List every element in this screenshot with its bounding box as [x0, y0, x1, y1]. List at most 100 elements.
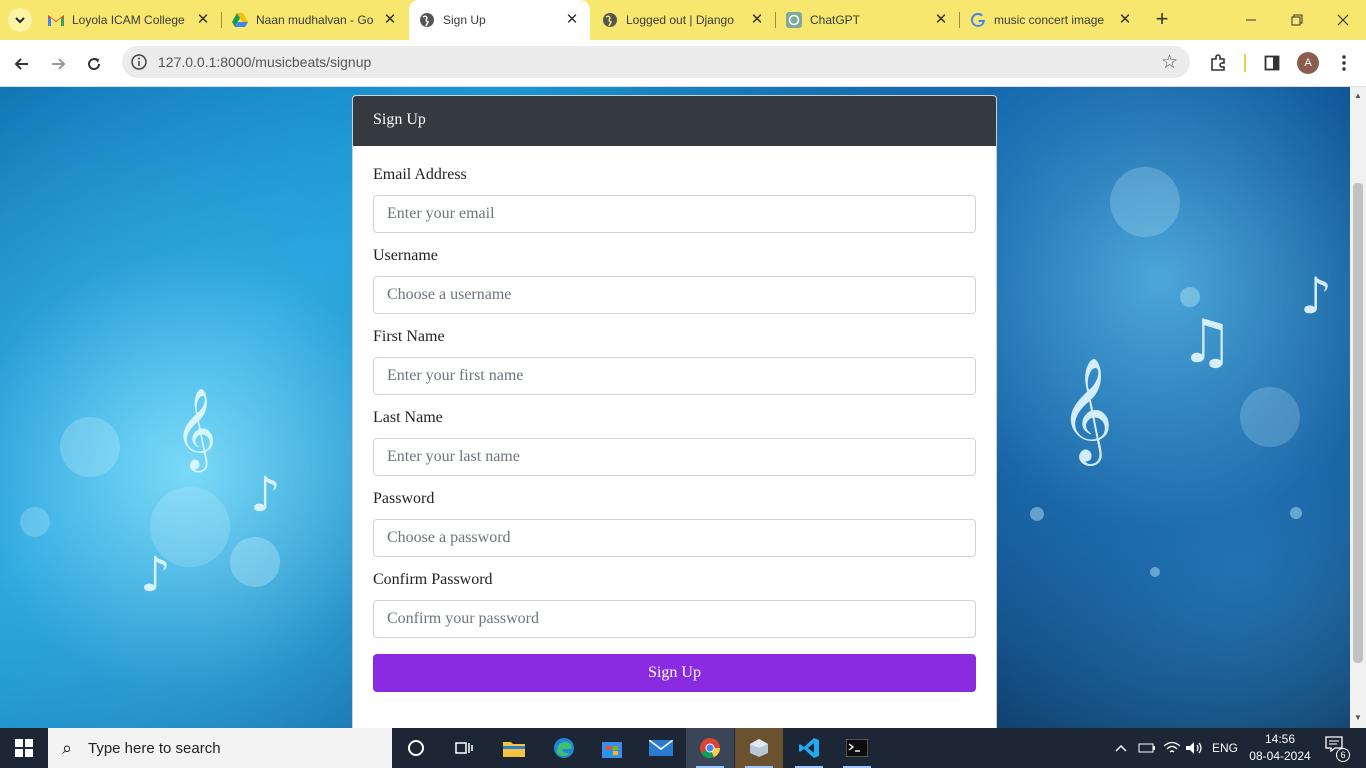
close-icon[interactable]: ✕ — [933, 12, 949, 28]
password-label: Password — [373, 490, 435, 507]
app-icon[interactable] — [735, 728, 783, 768]
bokeh-light — [1150, 567, 1160, 577]
back-arrow-icon[interactable] — [8, 50, 36, 78]
chevron-down-icon — [15, 17, 25, 24]
sign-up-button[interactable]: Sign Up — [373, 654, 976, 692]
wifi-icon[interactable] — [1163, 728, 1181, 768]
bokeh-light — [1110, 167, 1180, 237]
clock-date: 08-04-2024 — [1249, 749, 1311, 763]
restore-window-icon[interactable] — [1274, 0, 1320, 40]
bokeh-light — [1030, 507, 1044, 521]
new-tab-plus-icon[interactable]: + — [1150, 8, 1174, 32]
bokeh-light — [1240, 387, 1300, 447]
scrollbar-thumb[interactable] — [1353, 183, 1363, 663]
volume-icon[interactable] — [1185, 728, 1203, 768]
confirm-password-field-group: Confirm Password — [373, 571, 976, 638]
last-name-label: Last Name — [373, 409, 443, 426]
first-name-input[interactable] — [373, 357, 976, 395]
bookmark-star-icon[interactable]: ☆ — [1161, 51, 1178, 74]
minimize-window-icon[interactable] — [1228, 0, 1274, 40]
profile-avatar[interactable]: A — [1297, 52, 1319, 74]
windows-start-icon[interactable] — [0, 728, 48, 768]
username-label: Username — [373, 247, 438, 264]
notification-center-icon[interactable]: 6 — [1322, 736, 1350, 762]
close-window-icon[interactable] — [1320, 0, 1366, 40]
gmail-icon — [48, 12, 64, 28]
address-bar[interactable]: 127.0.0.1:8000/musicbeats/signup ☆ — [122, 46, 1190, 78]
email-input[interactable] — [373, 195, 976, 233]
signup-card: Sign Up Email Address Username First Nam… — [352, 95, 997, 728]
file-explorer-icon[interactable] — [490, 728, 538, 768]
close-icon[interactable]: ✕ — [382, 12, 398, 28]
bokeh-light — [1180, 287, 1200, 307]
google-icon — [970, 12, 986, 28]
tab-naan-mudhalvan[interactable]: Naan mudhalvan - Go ✕ — [222, 0, 408, 40]
battery-icon[interactable] — [1138, 728, 1156, 768]
tab-django-logout[interactable]: Logged out | Django ✕ — [592, 0, 776, 40]
music-note-icon: ♪ — [250, 467, 281, 523]
taskbar: ⌕ Type here to search ENG 14:56 08-04-20… — [0, 728, 1366, 768]
username-input[interactable] — [373, 276, 976, 314]
scroll-down-arrow-icon[interactable]: ▼ — [1354, 713, 1362, 722]
close-icon[interactable]: ✕ — [749, 12, 765, 28]
tab-loyola[interactable]: Loyola ICAM College ✕ — [38, 0, 222, 40]
tab-search-button[interactable] — [8, 8, 32, 32]
chrome-icon[interactable] — [686, 728, 734, 768]
side-panel-icon[interactable] — [1261, 52, 1283, 74]
scroll-up-arrow-icon[interactable]: ▲ — [1354, 91, 1362, 100]
username-field-group: Username — [373, 247, 976, 314]
store-icon[interactable] — [588, 728, 636, 768]
password-field-group: Password — [373, 490, 976, 557]
close-icon[interactable]: ✕ — [564, 12, 580, 28]
forward-arrow-icon[interactable] — [44, 50, 72, 78]
password-input[interactable] — [373, 519, 976, 557]
music-note-icon: ♫ — [1180, 307, 1234, 377]
last-name-input[interactable] — [373, 438, 976, 476]
page-scrollbar[interactable]: ▲ ▼ — [1350, 87, 1366, 728]
tab-title: ChatGPT — [810, 13, 861, 27]
tab-music-concert[interactable]: music concert image ✕ — [960, 0, 1143, 40]
tab-sign-up[interactable]: Sign Up ✕ — [409, 0, 590, 40]
signup-form: Email Address Username First Name Last N… — [353, 146, 996, 692]
music-note-icon: ♪ — [1300, 267, 1332, 325]
bokeh-light — [230, 537, 280, 587]
vscode-icon[interactable] — [785, 728, 833, 768]
music-note-icon: 𝄞 — [1060, 357, 1114, 462]
show-hidden-icons-chevron-icon[interactable] — [1114, 728, 1128, 768]
globe-icon — [602, 12, 618, 28]
page-background: 𝄞 ♪ ♪ 𝄞 ♫ ♪ Sign Up Email Address Userna… — [0, 87, 1350, 728]
first-name-field-group: First Name — [373, 328, 976, 395]
kebab-menu-icon[interactable] — [1333, 52, 1355, 74]
extensions-icon[interactable] — [1207, 52, 1229, 74]
email-label: Email Address — [373, 166, 467, 183]
tab-title: music concert image — [994, 13, 1105, 27]
card-title: Sign Up — [353, 96, 996, 146]
language-indicator[interactable]: ENG — [1212, 728, 1238, 768]
terminal-icon[interactable] — [833, 728, 881, 768]
clock-time: 14:56 — [1264, 732, 1296, 746]
confirm-password-input[interactable] — [373, 600, 976, 638]
cortana-icon[interactable] — [392, 728, 440, 768]
reload-icon[interactable] — [80, 50, 108, 78]
tab-title: Loyola ICAM College — [72, 13, 185, 27]
tab-title: Logged out | Django — [626, 13, 734, 27]
system-clock[interactable]: 14:56 08-04-2024 — [1244, 731, 1316, 765]
task-view-icon[interactable] — [440, 728, 488, 768]
site-info-icon[interactable] — [130, 53, 148, 71]
toolbar: 127.0.0.1:8000/musicbeats/signup ☆ A — [0, 40, 1366, 87]
mail-icon[interactable] — [637, 728, 685, 768]
close-icon[interactable]: ✕ — [1117, 12, 1133, 28]
music-note-icon: 𝄞 — [175, 387, 217, 469]
tab-chatgpt[interactable]: ChatGPT ✕ — [776, 0, 960, 40]
chatgpt-icon — [786, 12, 802, 28]
tab-title: Sign Up — [443, 13, 486, 27]
last-name-field-group: Last Name — [373, 409, 976, 476]
taskbar-search-box[interactable]: ⌕ Type here to search — [48, 728, 392, 768]
search-icon: ⌕ — [62, 738, 73, 758]
url-text[interactable]: 127.0.0.1:8000/musicbeats/signup — [158, 54, 371, 70]
tab-strip: Loyola ICAM College ✕ Naan mudhalvan - G… — [0, 0, 1366, 40]
bokeh-light — [60, 417, 120, 477]
close-icon[interactable]: ✕ — [195, 12, 211, 28]
music-note-icon: ♪ — [140, 547, 171, 603]
edge-icon[interactable] — [540, 728, 588, 768]
